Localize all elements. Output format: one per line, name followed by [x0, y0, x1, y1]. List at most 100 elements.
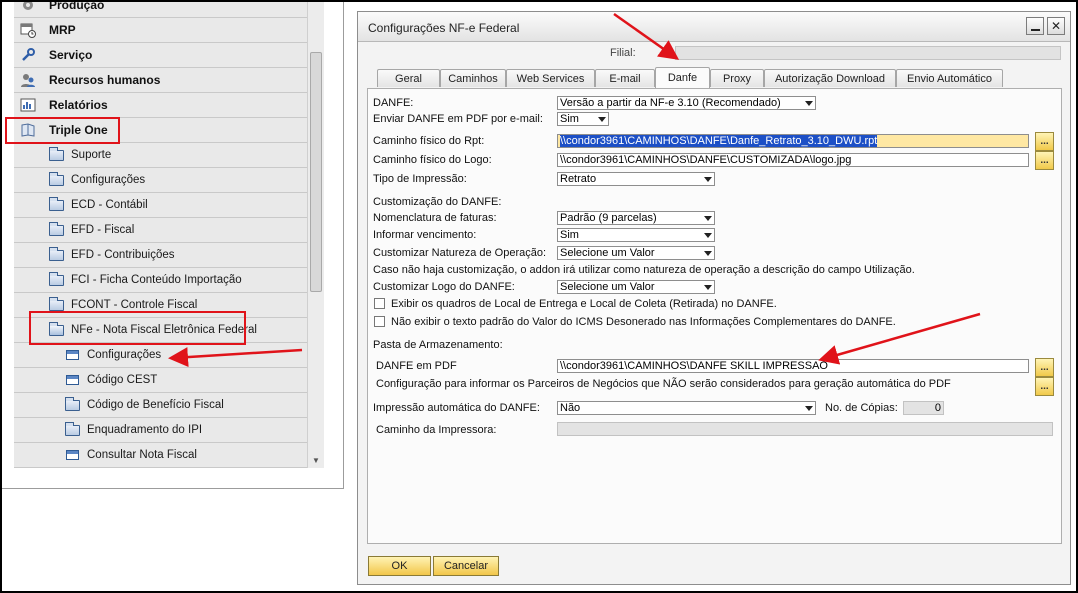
form-icon [63, 372, 81, 388]
caminho-logo-label: Caminho físico do Logo: [373, 154, 492, 166]
folder-icon [63, 396, 81, 413]
quadros-checkbox[interactable] [374, 298, 385, 309]
menu-item-servico[interactable]: Serviço [14, 43, 307, 68]
danfe-pdf-value: \\condor3961\CAMINHOS\DANFE SKILL IMPRES… [560, 360, 828, 372]
scroll-down-arrow-icon[interactable]: ▼ [308, 452, 324, 468]
browse-pdf-button[interactable]: ... [1035, 358, 1054, 377]
parceiros-button[interactable]: ... [1035, 377, 1054, 396]
parceiros-label: Configuração para informar os Parceiros … [376, 378, 951, 390]
menu-item-label: Enquadramento do IPI [87, 424, 203, 436]
tab-email[interactable]: E-mail [595, 69, 655, 87]
menu-item-ecd-contabil[interactable]: ECD - Contábil [14, 193, 307, 218]
natureza-select[interactable]: Selecione um Valor [557, 246, 715, 260]
folder-icon [63, 421, 81, 438]
nomenclatura-value: Padrão (9 parcelas) [560, 212, 657, 224]
cancel-button[interactable]: Cancelar [433, 556, 499, 576]
dialog-title: Configurações NF-e Federal [368, 21, 520, 35]
informar-vencimento-label: Informar vencimento: [373, 229, 477, 241]
menu-item-mrp[interactable]: MRP [14, 18, 307, 43]
logo-custom-value: Selecione um Valor [560, 281, 655, 293]
menu-item-label: FCONT - Controle Fiscal [71, 299, 198, 311]
close-icon: ✕ [1050, 19, 1062, 33]
copias-label: No. de Cópias: [825, 402, 898, 414]
nomenclatura-select[interactable]: Padrão (9 parcelas) [557, 211, 715, 225]
natureza-value: Selecione um Valor [560, 247, 655, 259]
menu-item-codigo-cest[interactable]: Código CEST [14, 368, 307, 393]
menu-item-configuracoes[interactable]: Configurações [14, 168, 307, 193]
menu-item-fcont[interactable]: FCONT - Controle Fiscal [14, 293, 307, 318]
menu-item-triple-one[interactable]: Triple One [14, 118, 307, 143]
minimize-button[interactable] [1026, 17, 1044, 35]
tipo-impressao-value: Retrato [560, 173, 597, 185]
scroll-thumb[interactable] [310, 52, 322, 292]
tipo-impressao-label: Tipo de Impressão: [373, 173, 467, 185]
menu-item-codigo-beneficio[interactable]: Código de Benefício Fiscal [14, 393, 307, 418]
enviar-pdf-value: Sim [560, 113, 579, 125]
menu-item-recursos-humanos[interactable]: Recursos humanos [14, 68, 307, 93]
logo-custom-select[interactable]: Selecione um Valor [557, 280, 715, 294]
caminho-logo-value: \\condor3961\CAMINHOS\DANFE\CUSTOMIZADA\… [560, 154, 852, 166]
menu-item-suporte[interactable]: Suporte [14, 143, 307, 168]
menu-item-consultar-nf[interactable]: Consultar Nota Fiscal [14, 443, 307, 468]
tab-proxy[interactable]: Proxy [710, 69, 764, 87]
chevron-down-icon [704, 251, 712, 256]
tab-autorizacao-download[interactable]: Autorização Download [764, 69, 896, 87]
danfe-version-select[interactable]: Versão a partir da NF-e 3.10 (Recomendad… [557, 96, 816, 110]
folder-icon [47, 171, 65, 188]
folder-icon [47, 246, 65, 263]
caminho-rpt-label: Caminho físico do Rpt: [373, 135, 485, 147]
tab-envio-automatico[interactable]: Envio Automático [896, 69, 1003, 87]
enviar-pdf-label: Enviar DANFE em PDF por e-mail: [373, 113, 543, 125]
menu-item-label: Código CEST [87, 374, 158, 386]
chevron-down-icon [805, 101, 813, 106]
filial-label: Filial: [610, 47, 636, 59]
informar-vencimento-select[interactable]: Sim [557, 228, 715, 242]
tipo-impressao-select[interactable]: Retrato [557, 172, 715, 186]
caminho-rpt-field[interactable]: \\condor3961\CAMINHOS\DANFE\Danfe_Retrat… [557, 134, 1029, 148]
icms-checkbox[interactable] [374, 316, 385, 327]
minimize-icon [1030, 29, 1040, 31]
menu-scrollbar[interactable]: ▼ [307, 0, 324, 468]
caminho-logo-field[interactable]: \\condor3961\CAMINHOS\DANFE\CUSTOMIZADA\… [557, 153, 1029, 167]
book-icon [19, 122, 37, 138]
dialog-titlebar[interactable]: Configurações NF-e Federal ✕ [358, 12, 1070, 42]
menu-item-label: EFD - Contribuições [71, 249, 175, 261]
danfe-pdf-field[interactable]: \\condor3961\CAMINHOS\DANFE SKILL IMPRES… [557, 359, 1029, 373]
menu-item-nfe[interactable]: NFe - Nota Fiscal Eletrônica Federal [14, 318, 307, 343]
browse-logo-button[interactable]: ... [1035, 151, 1054, 170]
folder-icon [47, 296, 65, 313]
module-menu-list: Produção MRP Serviço Recursos humanos Re… [14, 0, 307, 468]
nfe-config-dialog: Configurações NF-e Federal ✕ Filial: Ger… [357, 11, 1071, 585]
caminho-impressora-label: Caminho da Impressora: [376, 424, 497, 436]
menu-item-label: Consultar Nota Fiscal [87, 449, 197, 461]
filial-field [675, 46, 1061, 60]
menu-item-efd-fiscal[interactable]: EFD - Fiscal [14, 218, 307, 243]
enviar-pdf-select[interactable]: Sim [557, 112, 609, 126]
menu-item-relatorios[interactable]: Relatórios [14, 93, 307, 118]
tab-web-services[interactable]: Web Services [506, 69, 595, 87]
menu-item-efd-contribuicoes[interactable]: EFD - Contribuições [14, 243, 307, 268]
browse-rpt-button[interactable]: ... [1035, 132, 1054, 151]
menu-item-label: FCI - Ficha Conteúdo Importação [71, 274, 242, 286]
module-menu-panel: Produção MRP Serviço Recursos humanos Re… [2, 0, 344, 489]
menu-item-label: Configurações [71, 174, 146, 186]
chevron-down-icon [704, 177, 712, 182]
gear-icon [19, 0, 37, 13]
ok-button[interactable]: OK [368, 556, 431, 576]
menu-item-label: Serviço [49, 48, 93, 62]
menu-item-label: NFe - Nota Fiscal Eletrônica Federal [71, 324, 257, 336]
customizacao-header: Customização do DANFE: [373, 196, 502, 208]
impressao-auto-select[interactable]: Não [557, 401, 816, 415]
menu-item-enquadramento-ipi[interactable]: Enquadramento do IPI [14, 418, 307, 443]
close-button[interactable]: ✕ [1047, 17, 1065, 35]
natureza-info-text: Caso não haja customização, o addon irá … [373, 264, 915, 276]
menu-item-nfe-configuracoes[interactable]: Configurações [14, 343, 307, 368]
menu-item-label: Suporte [71, 149, 112, 161]
pasta-header: Pasta de Armazenamento: [373, 339, 503, 351]
tab-caminhos[interactable]: Caminhos [440, 69, 506, 87]
tab-danfe[interactable]: Danfe [655, 67, 710, 88]
tab-geral[interactable]: Geral [377, 69, 440, 87]
menu-item-fci[interactable]: FCI - Ficha Conteúdo Importação [14, 268, 307, 293]
impressao-auto-label: Impressão automática do DANFE: [373, 402, 540, 414]
menu-item-producao[interactable]: Produção [14, 0, 307, 18]
